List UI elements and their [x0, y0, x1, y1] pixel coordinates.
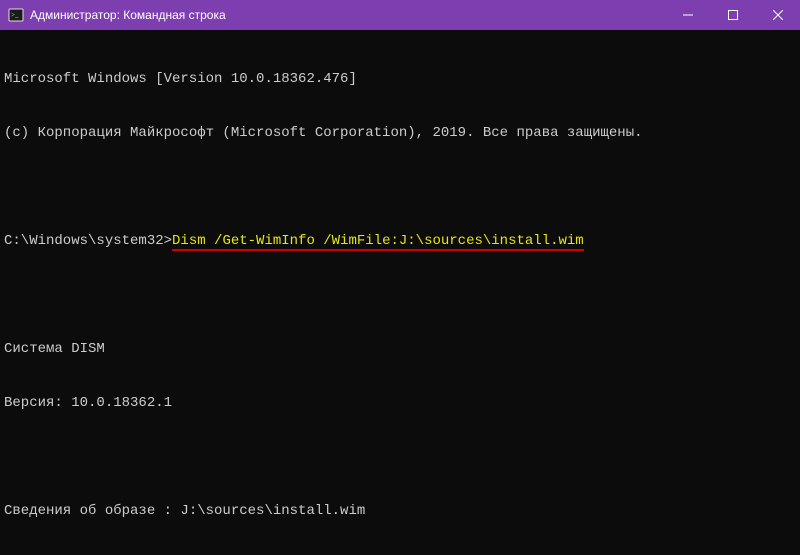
- prompt-line: C:\Windows\system32>Dism /Get-WimInfo /W…: [4, 232, 798, 250]
- blank-line: [4, 178, 798, 196]
- dism-version-line: Версия: 10.0.18362.1: [4, 394, 798, 412]
- cmd-window: >_ Администратор: Командная строка Micro…: [0, 0, 800, 555]
- minimize-button[interactable]: [665, 0, 710, 30]
- copyright-line: (c) Корпорация Майкрософт (Microsoft Cor…: [4, 124, 798, 142]
- blank-line: [4, 286, 798, 304]
- maximize-button[interactable]: [710, 0, 755, 30]
- window-title: Администратор: Командная строка: [30, 8, 226, 22]
- dism-command: Dism /Get-WimInfo /WimFile:J:\sources\in…: [172, 233, 584, 251]
- os-version-line: Microsoft Windows [Version 10.0.18362.47…: [4, 70, 798, 88]
- dism-info-line: Сведения об образе : J:\sources\install.…: [4, 502, 798, 520]
- terminal-output[interactable]: Microsoft Windows [Version 10.0.18362.47…: [0, 30, 800, 555]
- svg-text:>_: >_: [11, 11, 19, 19]
- blank-line: [4, 448, 798, 466]
- close-button[interactable]: [755, 0, 800, 30]
- prompt-path: C:\Windows\system32>: [4, 233, 172, 249]
- titlebar[interactable]: >_ Администратор: Командная строка: [0, 0, 800, 30]
- cmd-icon: >_: [8, 7, 24, 23]
- dism-system-line: Система DISM: [4, 340, 798, 358]
